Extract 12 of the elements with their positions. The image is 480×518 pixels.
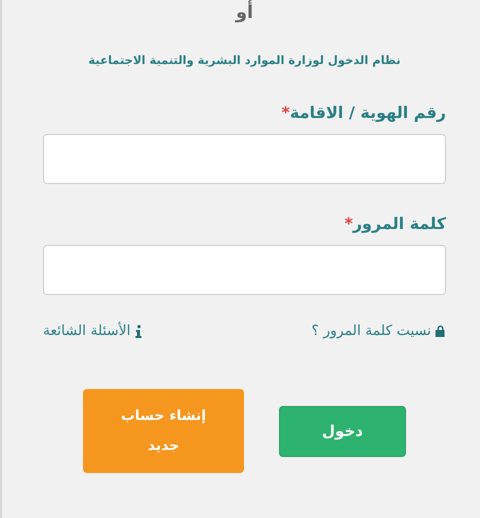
- system-subtitle: نظام الدخول لوزارة الموارد البشرية والتنمية الاجتماعية: [87, 53, 402, 67]
- lock-icon: [435, 325, 446, 337]
- field-label: كلمة المرور*: [344, 214, 446, 233]
- login-button[interactable]: دخول: [279, 406, 406, 456]
- field-label: رقم الهوية / الاقامة*: [282, 103, 446, 122]
- faq-link[interactable]: الأسئلة الشائعة: [43, 323, 142, 339]
- input-field[interactable]: [43, 134, 446, 184]
- register-button[interactable]: إنشاء حساب جديد: [83, 389, 244, 473]
- divider-text: أو: [234, 0, 254, 23]
- input-field[interactable]: [43, 245, 446, 295]
- forgot-password-link[interactable]: نسيت كلمة المرور ؟: [311, 323, 446, 339]
- info-icon: [134, 324, 142, 338]
